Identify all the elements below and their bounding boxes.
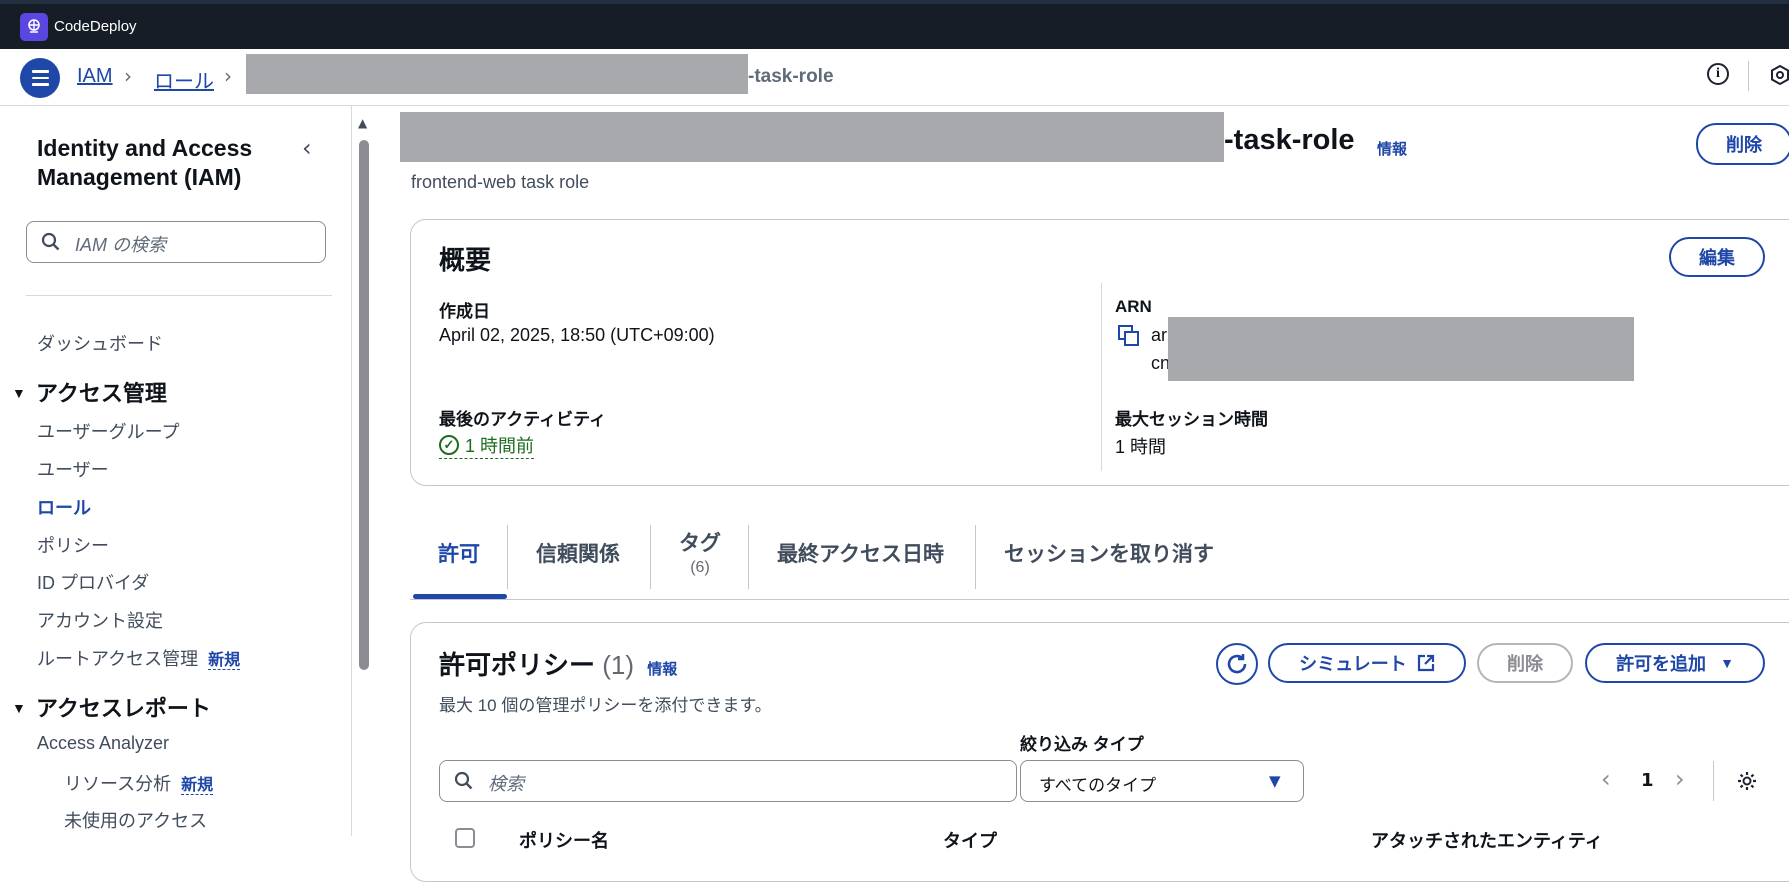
filter-type-select[interactable]: すべてのタイプ ▼ bbox=[1020, 760, 1304, 802]
breadcrumb-roles[interactable]: ロール bbox=[154, 65, 214, 94]
policy-search-input[interactable]: 検索 bbox=[439, 760, 1017, 802]
divider bbox=[650, 525, 651, 589]
redacted-role-name bbox=[400, 112, 1224, 162]
tab-permissions[interactable]: 許可 bbox=[438, 538, 480, 568]
sidebar-item-roles[interactable]: ロール bbox=[37, 494, 91, 520]
tab-trust-relationships[interactable]: 信頼関係 bbox=[536, 538, 620, 568]
search-icon bbox=[454, 771, 473, 790]
tab-last-accessed[interactable]: 最終アクセス日時 bbox=[777, 538, 944, 568]
refresh-icon bbox=[1227, 654, 1247, 674]
last-activity-label: 最後のアクティビティ bbox=[439, 410, 607, 429]
breadcrumb-iam[interactable]: IAM bbox=[77, 65, 113, 88]
edit-button[interactable]: 編集 bbox=[1669, 237, 1765, 277]
policy-count: (1) bbox=[602, 650, 635, 680]
last-activity-value[interactable]: ✓ 1 時間前 bbox=[439, 432, 535, 459]
redacted-role-name bbox=[246, 54, 748, 94]
breadcrumb-bar: IAM › ロール › -task-role i bbox=[0, 49, 1789, 106]
summary-heading: 概要 bbox=[439, 245, 492, 275]
divider bbox=[1713, 761, 1714, 801]
sidebar-item-unused-access[interactable]: 未使用のアクセス bbox=[64, 807, 207, 833]
chevron-right-icon: › bbox=[124, 64, 132, 88]
copy-icon[interactable] bbox=[1118, 325, 1140, 347]
arn-value-line1: ar bbox=[1151, 325, 1168, 345]
sidebar-item-root-access[interactable]: ルートアクセス管理 新規 bbox=[37, 645, 241, 671]
permission-policies-card: 許可ポリシー (1) 情報 最大 10 個の管理ポリシーを添付できます。 シミュ… bbox=[410, 622, 1789, 882]
divider bbox=[507, 525, 508, 589]
new-badge: 新規 bbox=[208, 652, 241, 670]
column-header-policy-name[interactable]: ポリシー名 bbox=[519, 827, 609, 853]
collapse-sidebar-icon[interactable]: ‹ bbox=[302, 134, 312, 162]
scroll-up-arrow-icon[interactable]: ▲ bbox=[358, 116, 367, 130]
simulate-button[interactable]: シミュレート bbox=[1268, 643, 1466, 683]
sidebar-item-resource-analysis[interactable]: リソース分析 新規 bbox=[64, 770, 214, 796]
max-session-label: 最大セッション時間 bbox=[1115, 410, 1268, 429]
info-link[interactable]: 情報 bbox=[1377, 138, 1407, 159]
arn-label: ARN bbox=[1115, 297, 1152, 316]
sidebar-item-identity-providers[interactable]: ID プロバイダ bbox=[37, 569, 149, 595]
info-icon[interactable]: i bbox=[1707, 63, 1729, 85]
role-description: frontend-web task role bbox=[411, 172, 590, 192]
redacted-arn bbox=[1168, 317, 1634, 381]
check-circle-icon: ✓ bbox=[439, 435, 459, 455]
search-placeholder: 検索 bbox=[488, 774, 524, 794]
add-permissions-button[interactable]: 許可を追加 ▼ bbox=[1585, 643, 1765, 683]
refresh-button[interactable] bbox=[1216, 643, 1258, 685]
divider bbox=[26, 295, 332, 296]
divider bbox=[748, 525, 749, 589]
sidebar-item-account-settings[interactable]: アカウント設定 bbox=[37, 607, 163, 633]
divider bbox=[975, 525, 976, 589]
new-badge: 新規 bbox=[181, 777, 214, 795]
caret-down-icon: ▼ bbox=[12, 385, 26, 401]
column-header-type[interactable]: タイプ bbox=[943, 827, 997, 853]
sidebar-title[interactable]: Identity and Access Management (IAM) bbox=[37, 134, 277, 192]
divider bbox=[1748, 61, 1749, 91]
caret-down-icon: ▼ bbox=[1269, 772, 1281, 790]
chevron-right-icon: › bbox=[224, 64, 232, 88]
divider bbox=[1101, 283, 1102, 471]
page-number[interactable]: 1 bbox=[1641, 770, 1654, 791]
side-navigation: Identity and Access Management (IAM) ‹ I… bbox=[0, 106, 352, 836]
codedeploy-logo-icon[interactable] bbox=[20, 13, 48, 41]
delete-role-button[interactable]: 削除 bbox=[1696, 123, 1789, 165]
sidebar-item-user-groups[interactable]: ユーザーグループ bbox=[37, 418, 180, 444]
sidebar-item-policies[interactable]: ポリシー bbox=[37, 532, 109, 558]
search-placeholder: IAM の検索 bbox=[75, 235, 167, 255]
filter-type-value: すべてのタイプ bbox=[1039, 776, 1157, 795]
previous-page-icon[interactable]: ‹ bbox=[1601, 765, 1611, 793]
info-link[interactable]: 情報 bbox=[647, 661, 677, 678]
tab-tags[interactable]: タグ (6) bbox=[679, 527, 721, 577]
top-navigation-bar: CodeDeploy bbox=[0, 0, 1789, 49]
sidebar-item-access-analyzer[interactable]: Access Analyzer bbox=[37, 733, 169, 754]
column-header-attached-entities[interactable]: アタッチされたエンティティ bbox=[1371, 827, 1603, 853]
created-value: April 02, 2025, 18:50 (UTC+09:00) bbox=[439, 325, 715, 345]
divider bbox=[410, 599, 1789, 600]
page-title: -task-role bbox=[1224, 124, 1355, 156]
sidebar-scrollbar[interactable] bbox=[359, 140, 369, 670]
external-link-icon bbox=[1417, 654, 1434, 672]
sidebar-item-dashboard[interactable]: ダッシュボード bbox=[37, 330, 163, 356]
max-session-value: 1 時間 bbox=[1115, 437, 1167, 457]
tab-revoke-sessions[interactable]: セッションを取り消す bbox=[1004, 538, 1214, 568]
sidebar-item-users[interactable]: ユーザー bbox=[37, 456, 109, 482]
select-all-checkbox[interactable] bbox=[455, 828, 475, 848]
settings-hex-icon[interactable] bbox=[1769, 64, 1789, 88]
caret-down-icon: ▼ bbox=[12, 700, 26, 716]
caret-down-icon: ▼ bbox=[1720, 655, 1734, 671]
search-icon bbox=[41, 232, 60, 251]
summary-card: 概要 編集 作成日 April 02, 2025, 18:50 (UTC+09:… bbox=[410, 219, 1789, 486]
breadcrumb-current: -task-role bbox=[748, 66, 834, 87]
tags-count: (6) bbox=[690, 559, 710, 576]
permissions-heading: 許可ポリシー (1) 情報 bbox=[439, 650, 678, 680]
menu-icon[interactable] bbox=[20, 58, 60, 98]
sidebar-section-access-reports[interactable]: ▼ アクセスレポート bbox=[12, 691, 211, 723]
permissions-subtitle: 最大 10 個の管理ポリシーを添付できます。 bbox=[439, 696, 772, 715]
sidebar-search-input[interactable]: IAM の検索 bbox=[26, 221, 326, 263]
app-name[interactable]: CodeDeploy bbox=[54, 18, 137, 35]
delete-policy-button[interactable]: 削除 bbox=[1477, 643, 1573, 683]
gear-icon[interactable] bbox=[1736, 770, 1758, 792]
sidebar-section-access-management[interactable]: ▼ アクセス管理 bbox=[12, 376, 167, 408]
next-page-icon[interactable]: › bbox=[1675, 765, 1685, 793]
created-label: 作成日 bbox=[439, 302, 490, 321]
filter-type-label: 絞り込み タイプ bbox=[1020, 735, 1144, 754]
